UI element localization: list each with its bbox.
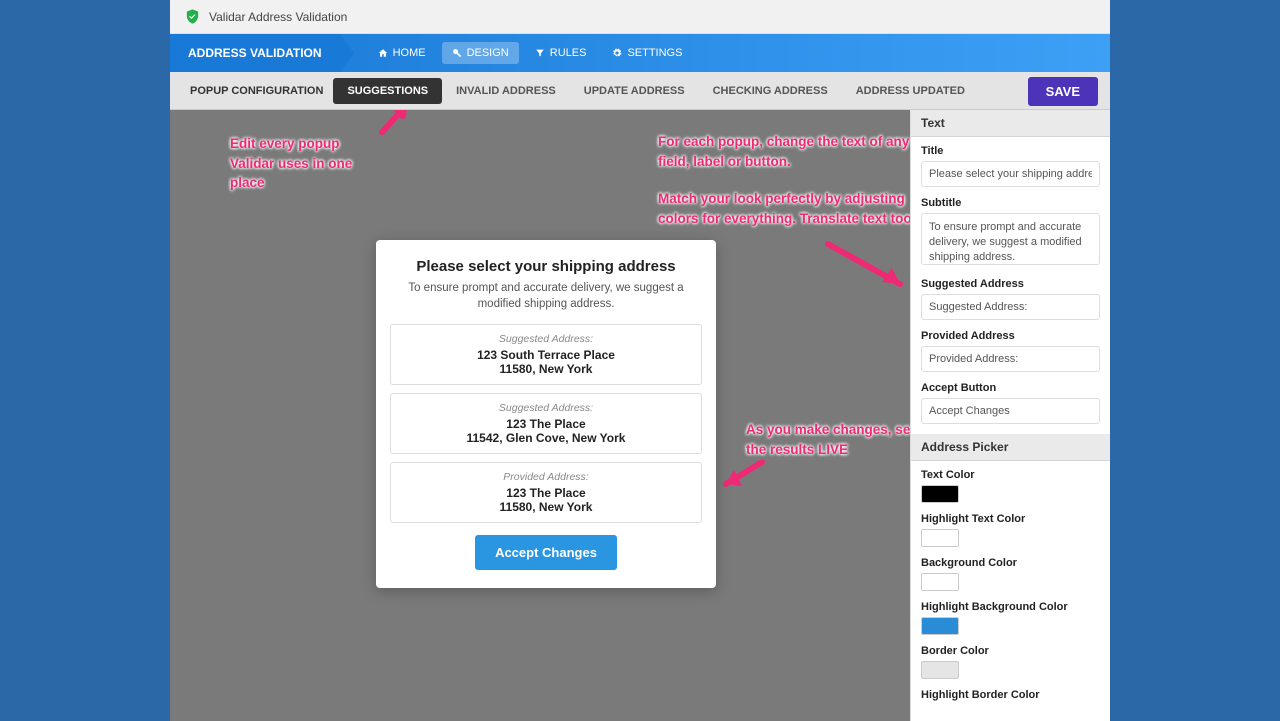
address-card[interactable]: Suggested Address: 123 South Terrace Pla… [390,324,702,385]
tab-invalid-address[interactable]: INVALID ADDRESS [442,78,570,104]
suggested-input[interactable] [921,294,1100,320]
address-line2: 11542, Glen Cove, New York [399,431,693,445]
shield-icon [184,8,201,25]
nav-design-label: DESIGN [467,47,509,59]
workspace: Edit every popup Validar uses in one pla… [170,110,1110,721]
title-input[interactable] [921,161,1100,187]
highlight-border-color-label: Highlight Border Color [921,689,1100,701]
background-color-label: Background Color [921,557,1100,569]
tab-address-updated[interactable]: ADDRESS UPDATED [842,78,979,104]
border-color-label: Border Color [921,645,1100,657]
address-card[interactable]: Suggested Address: 123 The Place 11542, … [390,393,702,454]
address-line2: 11580, New York [399,362,693,376]
nav-rules[interactable]: RULES [525,42,597,64]
preview-popup: Please select your shipping address To e… [376,240,716,588]
annotation-1: Edit every popup Validar uses in one pla… [230,134,370,193]
title-bar: Validar Address Validation [170,0,1110,34]
nav-settings-label: SETTINGS [627,47,682,59]
tab-checking-address[interactable]: CHECKING ADDRESS [699,78,842,104]
home-icon [378,48,388,58]
annotation-2: For each popup, change the text of any f… [658,132,910,171]
save-button[interactable]: SAVE [1028,77,1098,106]
address-line1: 123 The Place [399,417,693,431]
subtitle-field-label: Subtitle [921,197,1100,209]
subnav-title: POPUP CONFIGURATION [180,85,333,97]
address-line1: 123 South Terrace Place [399,348,693,362]
config-sidebar: Text Title Subtitle To ensure prompt and… [910,110,1110,721]
nav-rules-label: RULES [550,47,587,59]
highlight-bg-color-label: Highlight Background Color [921,601,1100,613]
accept-input[interactable] [921,398,1100,424]
gear-icon [612,48,622,58]
nav-settings[interactable]: SETTINGS [602,42,692,64]
accept-button[interactable]: Accept Changes [475,535,617,570]
address-line2: 11580, New York [399,500,693,514]
panel-picker-head: Address Picker [911,434,1110,461]
arrow-icon [718,456,768,496]
tab-suggestions[interactable]: SUGGESTIONS [333,78,442,104]
address-line1: 123 The Place [399,486,693,500]
sub-nav: POPUP CONFIGURATION SUGGESTIONS INVALID … [170,72,1110,110]
provided-input[interactable] [921,346,1100,372]
tab-update-address[interactable]: UPDATE ADDRESS [570,78,699,104]
filter-icon [535,48,545,58]
annotation-4: As you make changes, see the results LIV… [746,420,910,459]
nav-design[interactable]: DESIGN [442,42,519,64]
address-label: Suggested Address: [399,402,693,414]
background-color-swatch[interactable] [921,573,959,591]
subtitle-input[interactable]: To ensure prompt and accurate delivery, … [921,213,1100,265]
preview-canvas: Edit every popup Validar uses in one pla… [170,110,910,721]
highlight-text-color-swatch[interactable] [921,529,959,547]
border-color-swatch[interactable] [921,661,959,679]
suggested-field-label: Suggested Address [921,278,1100,290]
highlight-text-color-label: Highlight Text Color [921,513,1100,525]
app-title: Validar Address Validation [209,10,347,24]
address-label: Provided Address: [399,471,693,483]
arrow-icon [822,238,910,298]
main-nav: ADDRESS VALIDATION HOME DESIGN RULES SET… [170,34,1110,72]
highlight-bg-color-swatch[interactable] [921,617,959,635]
popup-title: Please select your shipping address [390,258,702,275]
popup-subtitle: To ensure prompt and accurate delivery, … [398,281,694,312]
accept-field-label: Accept Button [921,382,1100,394]
panel-text-head: Text [911,110,1110,137]
nav-brand: ADDRESS VALIDATION [170,34,340,72]
text-color-swatch[interactable] [921,485,959,503]
address-label: Suggested Address: [399,333,693,345]
nav-home[interactable]: HOME [368,42,436,64]
provided-field-label: Provided Address [921,330,1100,342]
app-window: Validar Address Validation ADDRESS VALID… [170,0,1110,720]
nav-home-label: HOME [393,47,426,59]
arrow-icon [376,110,416,142]
text-color-label: Text Color [921,469,1100,481]
address-card[interactable]: Provided Address: 123 The Place 11580, N… [390,462,702,523]
title-field-label: Title [921,145,1100,157]
annotation-3: Match your look perfectly by adjusting c… [658,189,910,228]
wrench-icon [452,48,462,58]
